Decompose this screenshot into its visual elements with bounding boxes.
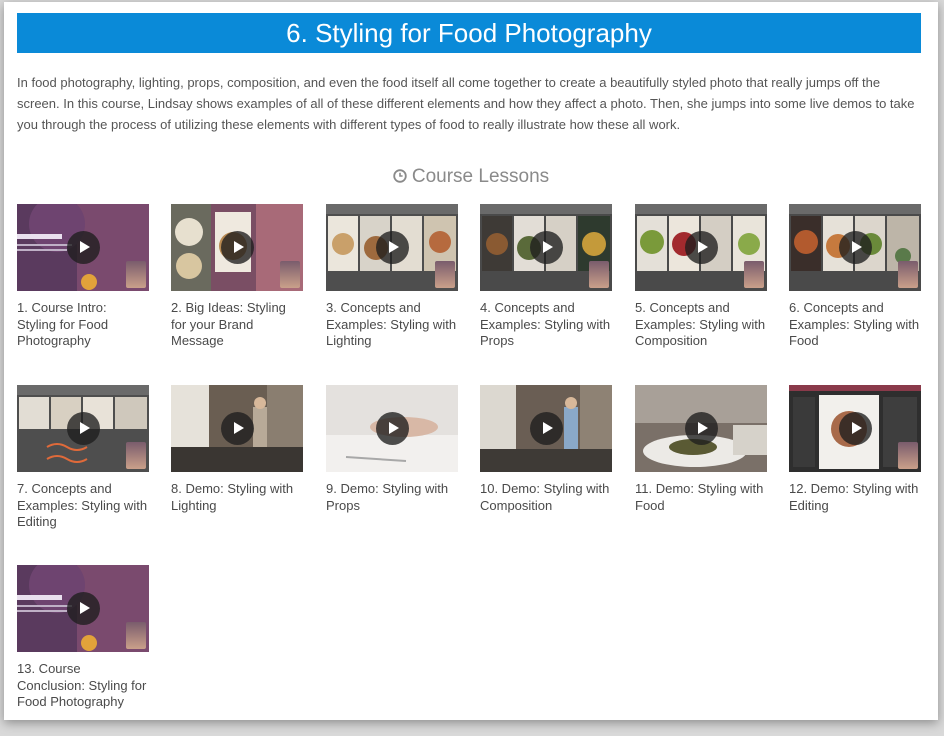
lesson-card[interactable]: 4. Concepts and Examples: Styling with P… <box>480 204 612 350</box>
lesson-title[interactable]: 9. Demo: Styling with Props <box>326 481 458 514</box>
play-icon[interactable] <box>221 231 254 264</box>
lesson-title[interactable]: 13. Course Conclusion: Styling for Food … <box>17 661 149 711</box>
lesson-card[interactable]: 9. Demo: Styling with Props <box>326 385 458 514</box>
play-icon[interactable] <box>376 412 409 445</box>
play-icon[interactable] <box>67 412 100 445</box>
instructor-avatar <box>898 442 918 469</box>
lesson-title[interactable]: 1. Course Intro: Styling for Food Photog… <box>17 300 149 350</box>
instructor-avatar <box>435 261 455 288</box>
play-icon[interactable] <box>376 231 409 264</box>
lesson-thumbnail[interactable] <box>789 204 921 291</box>
play-icon[interactable] <box>221 412 254 445</box>
lesson-title[interactable]: 6. Concepts and Examples: Styling with F… <box>789 300 921 350</box>
lesson-title[interactable]: 2. Big Ideas: Styling for your Brand Mes… <box>171 300 303 350</box>
lesson-card[interactable]: 3. Concepts and Examples: Styling with L… <box>326 204 458 350</box>
play-icon[interactable] <box>530 231 563 264</box>
lesson-card[interactable]: 7. Concepts and Examples: Styling with E… <box>17 385 149 531</box>
lesson-thumbnail[interactable] <box>789 385 921 472</box>
instructor-avatar <box>280 261 300 288</box>
instructor-avatar <box>744 261 764 288</box>
course-title: 6. Styling for Food Photography <box>17 13 921 53</box>
play-icon[interactable] <box>530 412 563 445</box>
lesson-thumbnail[interactable] <box>17 204 149 291</box>
lesson-title[interactable]: 4. Concepts and Examples: Styling with P… <box>480 300 612 350</box>
lesson-title[interactable]: 10. Demo: Styling with Composition <box>480 481 612 514</box>
play-icon[interactable] <box>685 231 718 264</box>
instructor-avatar <box>126 442 146 469</box>
instructor-avatar <box>126 261 146 288</box>
lesson-card[interactable]: 8. Demo: Styling with Lighting <box>171 385 303 514</box>
course-card: 6. Styling for Food Photography In food … <box>4 2 938 720</box>
play-icon[interactable] <box>839 231 872 264</box>
lesson-title[interactable]: 7. Concepts and Examples: Styling with E… <box>17 481 149 531</box>
lesson-thumbnail[interactable] <box>480 385 612 472</box>
lesson-card[interactable]: 6. Concepts and Examples: Styling with F… <box>789 204 921 350</box>
lesson-card[interactable]: 10. Demo: Styling with Composition <box>480 385 612 514</box>
lesson-title[interactable]: 5. Concepts and Examples: Styling with C… <box>635 300 767 350</box>
lesson-thumbnail[interactable] <box>326 204 458 291</box>
lesson-card[interactable]: 12. Demo: Styling with Editing <box>789 385 921 514</box>
lessons-heading-text: Course Lessons <box>411 166 550 187</box>
lesson-card[interactable]: 2. Big Ideas: Styling for your Brand Mes… <box>171 204 303 350</box>
lesson-title[interactable]: 11. Demo: Styling with Food <box>635 481 767 514</box>
instructor-avatar <box>898 261 918 288</box>
clock-icon <box>393 169 407 183</box>
lesson-thumbnail[interactable] <box>17 385 149 472</box>
lesson-thumbnail[interactable] <box>171 204 303 291</box>
lesson-card[interactable]: 13. Course Conclusion: Styling for Food … <box>17 565 149 711</box>
play-icon[interactable] <box>67 592 100 625</box>
lesson-thumbnail[interactable] <box>635 204 767 291</box>
course-description: In food photography, lighting, props, co… <box>17 75 915 132</box>
lesson-thumbnail[interactable] <box>326 385 458 472</box>
lesson-title[interactable]: 3. Concepts and Examples: Styling with L… <box>326 300 458 350</box>
instructor-avatar <box>589 261 609 288</box>
lesson-title[interactable]: 12. Demo: Styling with Editing <box>789 481 921 514</box>
lesson-card[interactable]: 11. Demo: Styling with Food <box>635 385 767 514</box>
lesson-title[interactable]: 8. Demo: Styling with Lighting <box>171 481 303 514</box>
lessons-heading: Course Lessons <box>4 166 938 188</box>
lesson-thumbnail[interactable] <box>171 385 303 472</box>
lesson-thumbnail[interactable] <box>17 565 149 652</box>
lesson-card[interactable]: 1. Course Intro: Styling for Food Photog… <box>17 204 149 350</box>
play-icon[interactable] <box>67 231 100 264</box>
play-icon[interactable] <box>839 412 872 445</box>
lesson-thumbnail[interactable] <box>480 204 612 291</box>
play-icon[interactable] <box>685 412 718 445</box>
instructor-avatar <box>126 622 146 649</box>
lesson-thumbnail[interactable] <box>635 385 767 472</box>
lesson-card[interactable]: 5. Concepts and Examples: Styling with C… <box>635 204 767 350</box>
